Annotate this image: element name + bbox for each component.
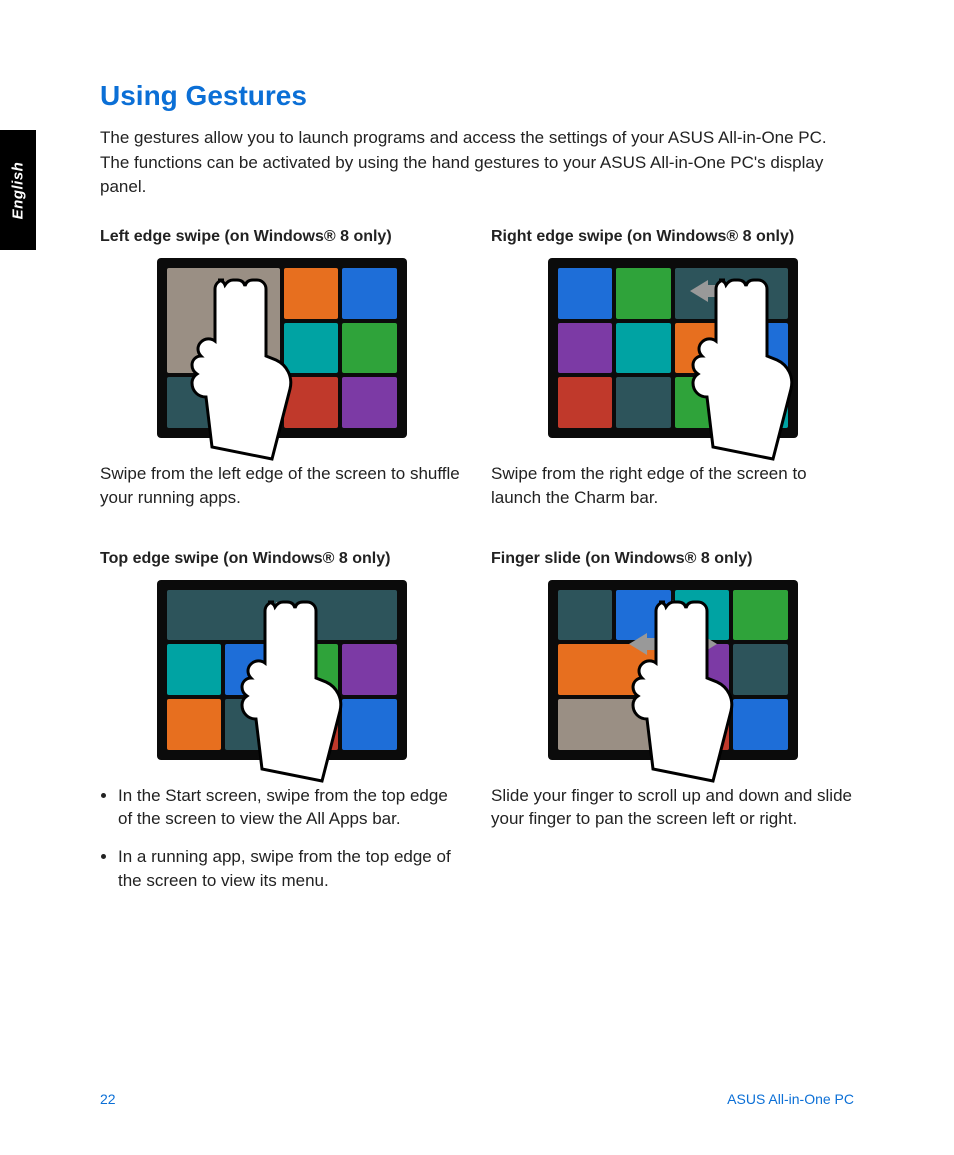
gesture-description: Swipe from the right edge of the screen … [491,462,854,510]
arrow-right-icon [247,280,265,302]
page-footer: 22 ASUS All-in-One PC [100,1091,854,1107]
gesture-title: Right edge swipe (on Windows® 8 only) [491,228,854,246]
gesture-title: Top edge swipe (on Windows® 8 only) [100,550,463,568]
language-tab: English [0,130,36,250]
manual-page: English Using Gestures The gestures allo… [0,0,954,1155]
gesture-title: Finger slide (on Windows® 8 only) [491,550,854,568]
gesture-description-list: In the Start screen, swipe from the top … [100,784,463,893]
language-label: English [10,161,27,219]
gesture-left-swipe: Left edge swipe (on Windows® 8 only) [100,228,463,510]
gesture-grid: Left edge swipe (on Windows® 8 only) [100,228,854,907]
gesture-top-swipe: Top edge swipe (on Windows® 8 only) [100,550,463,907]
gesture-illustration [491,258,854,438]
gesture-title: Left edge swipe (on Windows® 8 only) [100,228,463,246]
gesture-illustration [100,580,463,760]
gesture-illustration [491,580,854,760]
gesture-right-swipe: Right edge swipe (on Windows® 8 only) [491,228,854,510]
intro-paragraph: The gestures allow you to launch program… [100,126,854,200]
list-item: In the Start screen, swipe from the top … [118,784,463,832]
arrow-down-icon [271,614,293,632]
gesture-description: Swipe from the left edge of the screen t… [100,462,463,510]
gesture-description: Slide your finger to scroll up and down … [491,784,854,832]
gesture-illustration [100,258,463,438]
list-item: In a running app, swipe from the top edg… [118,845,463,893]
page-title: Using Gestures [100,80,854,112]
gesture-finger-slide: Finger slide (on Windows® 8 only) [491,550,854,907]
page-number: 22 [100,1091,116,1107]
product-name: ASUS All-in-One PC [727,1091,854,1107]
arrow-left-icon [690,280,708,302]
